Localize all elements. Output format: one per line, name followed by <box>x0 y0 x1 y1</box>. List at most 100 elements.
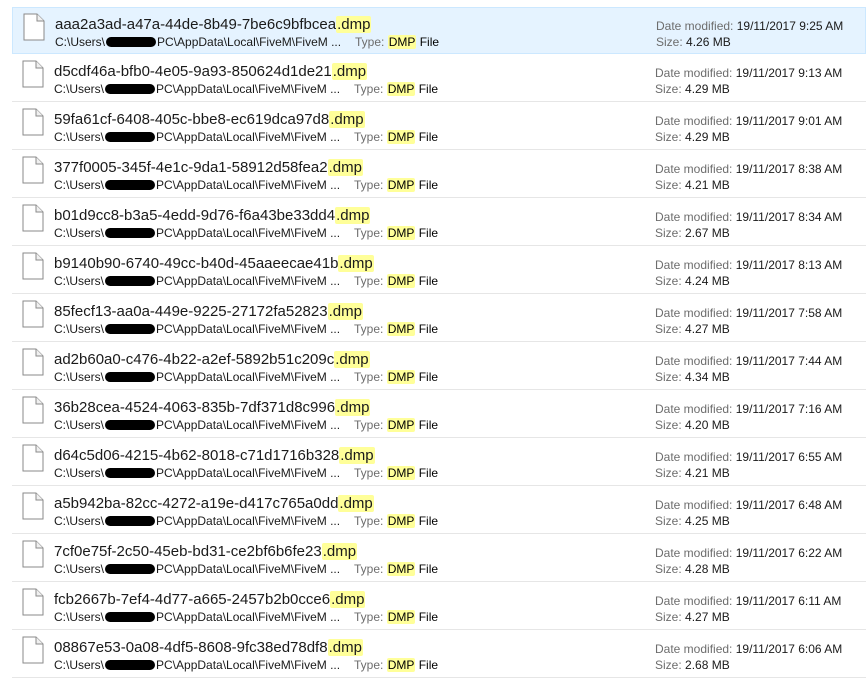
file-row[interactable]: 59fa61cf-6408-405c-bbe8-ec619dca97d8.dmp… <box>12 103 866 150</box>
file-name-base: d5cdf46a-bfb0-4e05-9a93-850624d1de21 <box>54 63 332 80</box>
type-rest: File <box>415 466 439 480</box>
redaction-mark <box>105 612 156 622</box>
file-name: 36b28cea-4524-4063-835b-7df371d8c996.dmp <box>54 399 371 416</box>
date-modified: Date modified: 19/11/2017 6:22 AM <box>655 546 842 560</box>
type-label: Type: <box>354 658 384 672</box>
file-name-base: 377f0005-345f-4e1c-9da1-58912d58fea2 <box>54 159 328 176</box>
date-modified: Date modified: 19/11/2017 8:38 AM <box>655 162 842 176</box>
date-modified-label: Date modified: <box>656 19 734 33</box>
date-modified-value: 19/11/2017 6:55 AM <box>735 450 843 464</box>
date-modified-label: Date modified: <box>655 594 733 608</box>
date-modified-label: Date modified: <box>655 498 733 512</box>
file-name: b9140b90-6740-49cc-b40d-45aaeecae41b.dmp <box>54 255 374 272</box>
size-label: Size: <box>655 322 682 336</box>
file-row[interactable]: a5b942ba-82cc-4272-a19e-d417c765a0dd.dmp… <box>12 487 866 534</box>
file-size: Size: 4.21 MB <box>655 178 730 192</box>
file-extension-highlight: .dmp <box>330 591 366 608</box>
file-row[interactable]: d64c5d06-4215-4b62-8018-c71d1716b328.dmp… <box>12 439 866 486</box>
file-path: C:\Users\ PC\AppData\Local\FiveM\FiveM ..… <box>55 35 341 49</box>
date-modified: Date modified: 19/11/2017 6:11 AM <box>655 594 841 608</box>
file-type: Type: DMP File <box>354 322 438 336</box>
file-name-base: 08867e53-0a08-4df5-8608-9fc38ed78df8 <box>54 639 328 656</box>
date-modified: Date modified: 19/11/2017 6:06 AM <box>655 642 842 656</box>
date-modified: Date modified: 19/11/2017 8:34 AM <box>655 210 842 224</box>
size-label: Size: <box>655 658 682 672</box>
file-icon <box>22 348 44 376</box>
file-extension-highlight: .dmp <box>338 255 374 272</box>
path-suffix: PC\AppData\Local\FiveM\FiveM ... <box>156 226 341 240</box>
file-icon <box>22 60 44 88</box>
file-type: Type: DMP File <box>354 178 438 192</box>
type-highlight: DMP <box>386 466 416 480</box>
date-modified-label: Date modified: <box>655 354 733 368</box>
size-label: Size: <box>655 178 682 192</box>
file-name: b01d9cc8-b3a5-4edd-9d76-f6a43be33dd4.dmp <box>54 207 371 224</box>
redaction-mark <box>105 468 156 478</box>
type-label: Type: <box>354 418 384 432</box>
type-rest: File <box>415 562 439 576</box>
type-rest: File <box>415 178 439 192</box>
file-type: Type: DMP File <box>354 418 438 432</box>
file-name-base: 85fecf13-aa0a-449e-9225-27172fa52823 <box>54 303 328 320</box>
type-rest: File <box>415 658 439 672</box>
file-name-base: b01d9cc8-b3a5-4edd-9d76-f6a43be33dd4 <box>54 207 336 224</box>
type-label: Type: <box>354 610 384 624</box>
type-label: Type: <box>354 322 384 336</box>
path-prefix: C:\Users\ <box>54 370 105 384</box>
file-row[interactable]: 377f0005-345f-4e1c-9da1-58912d58fea2.dmp… <box>12 151 866 198</box>
date-modified: Date modified: 19/11/2017 7:16 AM <box>655 402 842 416</box>
type-rest: File <box>415 322 439 336</box>
type-highlight: DMP <box>386 226 416 240</box>
file-row[interactable]: b9140b90-6740-49cc-b40d-45aaeecae41b.dmp… <box>12 247 866 294</box>
size-label: Size: <box>655 370 682 384</box>
file-type: Type: DMP File <box>354 514 438 528</box>
file-row[interactable]: 7cf0e75f-2c50-45eb-bd31-ce2bf6b6fe23.dmp… <box>12 535 866 582</box>
file-row[interactable]: fcb2667b-7ef4-4d77-a665-2457b2b0cce6.dmp… <box>12 583 866 630</box>
date-modified-label: Date modified: <box>655 114 733 128</box>
date-modified-label: Date modified: <box>655 66 733 80</box>
redaction-mark <box>106 37 157 47</box>
type-label: Type: <box>354 178 384 192</box>
file-row[interactable]: 36b28cea-4524-4063-835b-7df371d8c996.dmp… <box>12 391 866 438</box>
file-row[interactable]: ad2b60a0-c476-4b22-a2ef-5892b51c209c.dmp… <box>12 343 866 390</box>
file-name: fcb2667b-7ef4-4d77-a665-2457b2b0cce6.dmp <box>54 591 366 608</box>
file-row[interactable]: aaa2a3ad-a47a-44de-8b49-7be6c9bfbcea.dmp… <box>12 7 866 54</box>
file-type: Type: DMP File <box>354 562 438 576</box>
file-type: Type: DMP File <box>354 130 438 144</box>
file-icon <box>22 156 44 184</box>
file-path: C:\Users\ PC\AppData\Local\FiveM\FiveM ..… <box>54 514 340 528</box>
file-icon <box>22 252 44 280</box>
file-name: 377f0005-345f-4e1c-9da1-58912d58fea2.dmp <box>54 159 363 176</box>
file-name: ad2b60a0-c476-4b22-a2ef-5892b51c209c.dmp <box>54 351 370 368</box>
file-row[interactable]: d5cdf46a-bfb0-4e05-9a93-850624d1de21.dmp… <box>12 55 866 102</box>
date-modified-value: 19/11/2017 9:13 AM <box>735 66 843 80</box>
file-row[interactable]: 85fecf13-aa0a-449e-9225-27172fa52823.dmp… <box>12 295 866 342</box>
type-highlight: DMP <box>386 82 416 96</box>
file-name-base: aaa2a3ad-a47a-44de-8b49-7be6c9bfbcea <box>55 16 337 33</box>
type-rest: File <box>415 418 439 432</box>
type-rest: File <box>415 610 439 624</box>
date-modified-value: 19/11/2017 9:01 AM <box>735 114 843 128</box>
path-prefix: C:\Users\ <box>54 130 105 144</box>
file-path: C:\Users\ PC\AppData\Local\FiveM\FiveM ..… <box>54 562 340 576</box>
date-modified-label: Date modified: <box>655 258 733 272</box>
date-modified-value: 19/11/2017 8:34 AM <box>735 210 843 224</box>
file-size: Size: 4.34 MB <box>655 370 730 384</box>
file-row[interactable]: b01d9cc8-b3a5-4edd-9d76-f6a43be33dd4.dmp… <box>12 199 866 246</box>
file-row[interactable]: 08867e53-0a08-4df5-8608-9fc38ed78df8.dmp… <box>12 631 866 678</box>
path-suffix: PC\AppData\Local\FiveM\FiveM ... <box>156 130 341 144</box>
file-type: Type: DMP File <box>354 82 438 96</box>
size-label: Size: <box>655 82 682 96</box>
type-highlight: DMP <box>386 274 416 288</box>
file-extension-highlight: .dmp <box>327 303 363 320</box>
type-label: Type: <box>354 82 384 96</box>
type-highlight: DMP <box>386 322 416 336</box>
date-modified-value: 19/11/2017 9:25 AM <box>736 19 844 33</box>
file-extension-highlight: .dmp <box>327 159 363 176</box>
type-highlight: DMP <box>386 130 416 144</box>
size-value: 4.26 MB <box>686 35 731 49</box>
path-prefix: C:\Users\ <box>55 35 106 49</box>
date-modified-value: 19/11/2017 6:06 AM <box>735 642 843 656</box>
redaction-mark <box>105 420 156 430</box>
file-path: C:\Users\ PC\AppData\Local\FiveM\FiveM ..… <box>54 130 340 144</box>
